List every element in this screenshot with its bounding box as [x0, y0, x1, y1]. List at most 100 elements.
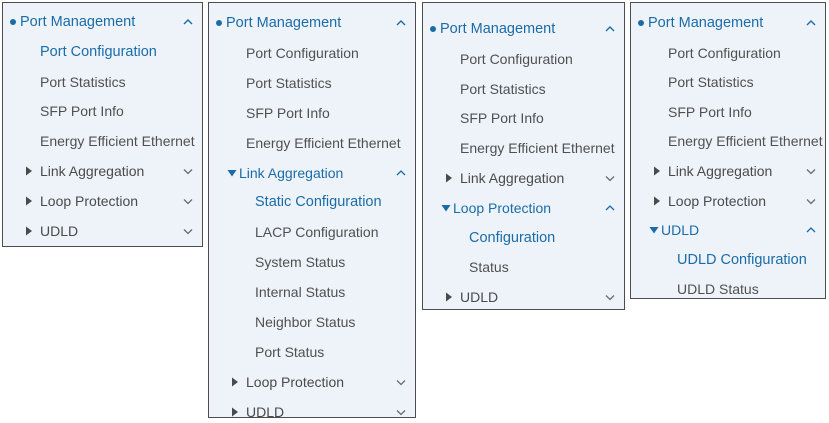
menu-group-label: Port Management — [20, 14, 136, 30]
submenu-label: Link Aggregation — [40, 163, 145, 179]
menu-item-label: Energy Efficient Ethernet — [460, 140, 615, 157]
bullet-dot-icon — [216, 20, 222, 26]
chevron-up-icon[interactable] — [805, 17, 817, 29]
bullet-dot-icon — [430, 26, 436, 32]
menu-item-label: Energy Efficient Ethernet — [668, 133, 823, 150]
menu-item-label: Port Configuration — [246, 44, 359, 61]
chevron-down-icon[interactable] — [604, 172, 616, 184]
caret-right-icon — [24, 226, 34, 236]
chevron-down-icon[interactable] — [805, 165, 817, 177]
chevron-down-icon[interactable] — [182, 165, 194, 177]
menu-group-port-management[interactable]: Port Management — [423, 18, 624, 40]
submenu-item-label: UDLD Configuration — [677, 251, 807, 268]
submenu-link-aggregation[interactable]: Link Aggregation — [3, 160, 202, 182]
submenu-item-udld-configuration[interactable]: UDLD Configuration — [631, 249, 825, 271]
submenu-item-udld-status[interactable]: UDLD Status — [631, 278, 825, 300]
menu-item-label: SFP Port Info — [668, 103, 752, 120]
submenu-loop-protection[interactable]: Loop Protection — [209, 371, 415, 393]
menu-item-label: Port Statistics — [460, 80, 546, 97]
menu-item-port-configuration[interactable]: Port Configuration — [209, 42, 415, 64]
menu-item-sfp-port-info[interactable]: SFP Port Info — [423, 107, 624, 129]
chevron-up-icon[interactable] — [182, 16, 194, 28]
menu-item-port-configuration[interactable]: Port Configuration — [3, 41, 202, 63]
caret-right-icon — [444, 173, 454, 183]
caret-right-icon — [24, 196, 34, 206]
menu-item-energy-efficient-ethernet[interactable]: Energy Efficient Ethernet — [631, 130, 825, 152]
chevron-up-icon[interactable] — [604, 202, 616, 214]
menu-group-port-management[interactable]: Port Management — [631, 12, 825, 34]
submenu-item-static-configuration[interactable]: Static Configuration — [209, 191, 415, 213]
menu-item-label: SFP Port Info — [460, 110, 544, 127]
submenu-udld[interactable]: UDLD — [209, 401, 415, 423]
submenu-item-label: Neighbor Status — [255, 314, 356, 330]
submenu-udld[interactable]: UDLD — [631, 219, 825, 241]
submenu-item-port-status[interactable]: Port Status — [209, 341, 415, 363]
menu-item-label: Port Configuration — [40, 43, 157, 60]
menu-group-label: Port Management — [648, 15, 764, 31]
caret-right-icon — [230, 407, 240, 417]
menu-group-port-management[interactable]: Port Management — [3, 11, 202, 33]
chevron-down-icon[interactable] — [182, 195, 194, 207]
submenu-loop-protection[interactable]: Loop Protection — [3, 190, 202, 212]
submenu-label: UDLD — [246, 403, 285, 420]
menu-item-energy-efficient-ethernet[interactable]: Energy Efficient Ethernet — [423, 137, 624, 159]
submenu-udld[interactable]: UDLD — [3, 220, 202, 242]
chevron-up-icon[interactable] — [805, 224, 817, 236]
caret-right-icon — [652, 196, 662, 206]
menu-item-port-statistics[interactable]: Port Statistics — [3, 71, 202, 93]
submenu-item-configuration[interactable]: Configuration — [423, 227, 624, 249]
menu-item-port-statistics[interactable]: Port Statistics — [209, 72, 415, 94]
chevron-down-icon[interactable] — [604, 291, 616, 303]
nav-menu-panel-1: Port Management Port Configuration Port St… — [2, 2, 203, 247]
submenu-item-label: LACP Configuration — [255, 224, 379, 241]
submenu-item-system-status[interactable]: System Status — [209, 251, 415, 273]
submenu-item-lacp-configuration[interactable]: LACP Configuration — [209, 221, 415, 243]
menu-item-energy-efficient-ethernet[interactable]: Energy Efficient Ethernet — [3, 130, 202, 152]
menu-group-label: Port Management — [440, 21, 556, 37]
caret-right-icon — [230, 377, 240, 387]
submenu-item-label: Port Status — [255, 343, 325, 360]
submenu-item-label: System Status — [255, 254, 346, 271]
menu-item-sfp-port-info[interactable]: SFP Port Info — [3, 100, 202, 122]
submenu-link-aggregation[interactable]: Link Aggregation — [423, 167, 624, 189]
submenu-item-internal-status[interactable]: Internal Status — [209, 281, 415, 303]
submenu-item-label: Status — [469, 259, 509, 276]
menu-item-port-statistics[interactable]: Port Statistics — [423, 78, 624, 100]
submenu-loop-protection[interactable]: Loop Protection — [423, 197, 624, 219]
menu-item-port-configuration[interactable]: Port Configuration — [631, 42, 825, 64]
submenu-label: Link Aggregation — [239, 164, 344, 181]
chevron-up-icon[interactable] — [395, 167, 407, 179]
submenu-loop-protection[interactable]: Loop Protection — [631, 190, 825, 212]
submenu-item-status[interactable]: Status — [423, 256, 624, 278]
menu-item-energy-efficient-ethernet[interactable]: Energy Efficient Ethernet — [209, 132, 415, 154]
menu-item-label: Port Statistics — [40, 73, 126, 90]
submenu-label: UDLD — [460, 289, 499, 306]
menu-item-label: Energy Efficient Ethernet — [40, 133, 195, 150]
menu-item-sfp-port-info[interactable]: SFP Port Info — [209, 102, 415, 124]
menu-item-port-statistics[interactable]: Port Statistics — [631, 71, 825, 93]
submenu-link-aggregation[interactable]: Link Aggregation — [631, 160, 825, 182]
caret-down-icon — [441, 203, 451, 213]
submenu-udld[interactable]: UDLD — [423, 286, 624, 308]
menu-item-label: Port Statistics — [668, 74, 754, 91]
menu-item-label: Port Configuration — [668, 44, 781, 61]
submenu-link-aggregation[interactable]: Link Aggregation — [209, 162, 415, 184]
submenu-label: Loop Protection — [668, 192, 767, 209]
menu-item-sfp-port-info[interactable]: SFP Port Info — [631, 101, 825, 123]
chevron-up-icon[interactable] — [395, 17, 407, 29]
chevron-down-icon[interactable] — [182, 225, 194, 237]
chevron-up-icon[interactable] — [604, 23, 616, 35]
menu-item-port-configuration[interactable]: Port Configuration — [423, 48, 624, 70]
chevron-down-icon[interactable] — [395, 376, 407, 388]
submenu-label: Loop Protection — [40, 192, 139, 209]
submenu-item-label: Internal Status — [255, 284, 346, 301]
caret-right-icon — [652, 166, 662, 176]
menu-group-port-management[interactable]: Port Management — [209, 12, 415, 34]
chevron-down-icon[interactable] — [805, 195, 817, 207]
chevron-down-icon[interactable] — [395, 406, 407, 418]
submenu-label: Loop Protection — [246, 373, 345, 390]
menu-group-label: Port Management — [226, 15, 342, 31]
caret-right-icon — [444, 292, 454, 302]
bullet-dot-icon — [10, 19, 16, 25]
submenu-item-neighbor-status[interactable]: Neighbor Status — [209, 311, 415, 333]
